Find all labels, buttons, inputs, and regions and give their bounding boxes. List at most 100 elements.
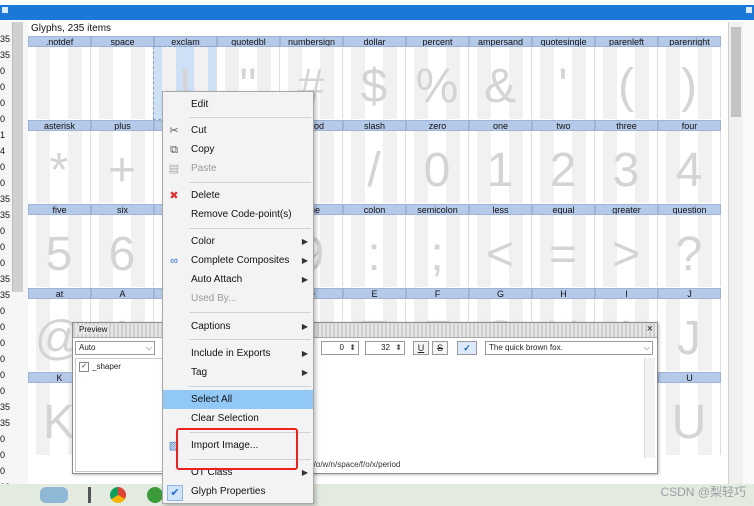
glyph-cell[interactable] <box>28 47 91 119</box>
glyph-name-label[interactable]: percent <box>406 36 469 47</box>
edge-icon[interactable] <box>147 487 163 503</box>
glyph-name-label[interactable]: at <box>28 288 91 299</box>
menu-item-auto-attach[interactable]: Auto Attach ▶ <box>163 270 313 289</box>
menu-item-edit[interactable]: Edit <box>163 95 313 114</box>
glyph-name-label[interactable]: dollar <box>343 36 406 47</box>
glyph-name-label[interactable]: I <box>595 288 658 299</box>
glyph-cell[interactable]: 3 <box>595 131 658 203</box>
glyph-cell[interactable]: & <box>469 47 532 119</box>
menu-item-include-in-exports[interactable]: Include in Exports ▶ <box>163 344 313 363</box>
glyph-name-label[interactable]: quotesingle <box>532 36 595 47</box>
gutter-scrollbar[interactable] <box>12 22 23 292</box>
glyph-cell[interactable]: * <box>28 131 91 203</box>
glyph-name-label[interactable]: one <box>469 120 532 131</box>
menu-item-delete[interactable]: ✖ Delete <box>163 186 313 205</box>
glyph-name-label[interactable]: four <box>658 120 721 131</box>
close-icon[interactable]: × <box>647 323 653 335</box>
gutter-number: 35 <box>0 402 11 412</box>
glyph-name-label[interactable]: space <box>91 36 154 47</box>
glyph-name-label[interactable]: greater <box>595 204 658 215</box>
glyph-name-label[interactable]: F <box>406 288 469 299</box>
preview-text-select[interactable]: The quick brown fox. ⌵ <box>485 341 653 355</box>
glyph-cell[interactable]: / <box>343 131 406 203</box>
glyph-cell[interactable]: ; <box>406 215 469 287</box>
glyph-cell[interactable]: 0 <box>406 131 469 203</box>
menu-item-color[interactable]: Color ▶ <box>163 232 313 251</box>
glyph-name-label[interactable]: semicolon <box>406 204 469 215</box>
glyph-cell[interactable]: 2 <box>532 131 595 203</box>
glyph-name-label[interactable]: less <box>469 204 532 215</box>
menu-item-captions[interactable]: Captions ▶ <box>163 317 313 336</box>
glyph-name-label[interactable]: G <box>469 288 532 299</box>
glyph-cell[interactable]: % <box>406 47 469 119</box>
fish-app-icon[interactable] <box>40 487 68 503</box>
glyph-name-label[interactable]: parenright <box>658 36 721 47</box>
glyph-name-label[interactable]: three <box>595 120 658 131</box>
glyph-cell[interactable]: ' <box>532 47 595 119</box>
menu-item-copy[interactable]: ⧉ Copy <box>163 140 313 159</box>
glyph-name-label[interactable]: five <box>28 204 91 215</box>
glyph-cell[interactable]: ( <box>595 47 658 119</box>
menu-item-used-by[interactable]: Used By... <box>163 289 313 308</box>
glyph-name-label[interactable]: plus <box>91 120 154 131</box>
font-size-spin[interactable]: 32 ⬍ <box>365 341 405 355</box>
glyph-name-label[interactable]: question <box>658 204 721 215</box>
glyph-cell[interactable] <box>91 47 154 119</box>
checkbox[interactable]: ✓ <box>79 362 89 372</box>
glyph-name-label[interactable]: E <box>343 288 406 299</box>
glyph-name-label[interactable]: U <box>658 372 721 383</box>
glyph-name-label[interactable]: H <box>532 288 595 299</box>
glyph-cell[interactable]: 1 <box>469 131 532 203</box>
spin-box-1[interactable]: 0 ⬍ <box>321 341 359 355</box>
glyph-cell[interactable]: 5 <box>28 215 91 287</box>
underline-button[interactable]: U <box>413 341 429 355</box>
preview-scrollbar[interactable] <box>644 358 655 458</box>
chrome-icon[interactable] <box>110 487 126 503</box>
menu-item-paste[interactable]: ▤ Paste <box>163 159 313 178</box>
glyph-cell[interactable]: U <box>658 383 721 455</box>
menu-item-cut[interactable]: ✂ Cut <box>163 121 313 140</box>
spin-arrows-icon[interactable]: ⬍ <box>395 342 402 354</box>
glyph-name-label[interactable]: zero <box>406 120 469 131</box>
glyph-cell[interactable]: J <box>658 299 721 371</box>
glyph-name-label[interactable]: quotedbl <box>217 36 280 47</box>
glyphs-vertical-scrollbar[interactable] <box>728 22 744 490</box>
menu-item-remove-code-point-s[interactable]: Remove Code-point(s) <box>163 205 313 224</box>
glyph-name-label[interactable]: .notdef <box>28 36 91 47</box>
glyph-name-label[interactable]: colon <box>343 204 406 215</box>
glyph-cell[interactable]: < <box>469 215 532 287</box>
glyph-name-label[interactable]: exclam <box>154 36 217 47</box>
glyph-name-label[interactable]: ampersand <box>469 36 532 47</box>
check-toggle-button[interactable]: ✓ <box>457 341 477 355</box>
menu-item-clear-selection[interactable]: Clear Selection <box>163 409 313 428</box>
menu-item-tag[interactable]: Tag ▶ <box>163 363 313 382</box>
glyph-cell[interactable]: ) <box>658 47 721 119</box>
glyph-cell[interactable]: > <box>595 215 658 287</box>
strikethrough-button[interactable]: S <box>432 341 448 355</box>
glyph-cell[interactable]: = <box>532 215 595 287</box>
list-item[interactable]: ✓ _shaper <box>79 362 121 372</box>
menu-item-select-all[interactable]: Select All <box>163 390 313 409</box>
glyph-name-label[interactable]: A <box>91 288 154 299</box>
glyph-name-label[interactable]: numbersign <box>280 36 343 47</box>
glyph-cell[interactable]: 6 <box>91 215 154 287</box>
glyph-cell[interactable]: $ <box>343 47 406 119</box>
menu-item-complete-composites[interactable]: ∞ Complete Composites ▶ <box>163 251 313 270</box>
glyph-name-label[interactable]: two <box>532 120 595 131</box>
glyph-cell[interactable]: : <box>343 215 406 287</box>
spin-arrows-icon[interactable]: ⬍ <box>349 342 356 354</box>
glyph-name-label[interactable]: asterisk <box>28 120 91 131</box>
glyph-name-label[interactable]: slash <box>343 120 406 131</box>
glyph-cell[interactable]: 4 <box>658 131 721 203</box>
scrollbar-thumb[interactable] <box>731 27 741 117</box>
glyph-name-label[interactable]: equal <box>532 204 595 215</box>
glyph-cell[interactable]: + <box>91 131 154 203</box>
glyph-name-label[interactable]: parenleft <box>595 36 658 47</box>
gutter-number: 0 <box>0 450 6 460</box>
shaper-mode-select[interactable]: Auto ⌵ <box>75 341 155 355</box>
preview-title-bar[interactable]: Preview × <box>73 323 657 338</box>
glyph-cell[interactable]: ? <box>658 215 721 287</box>
glyph-name-label[interactable]: J <box>658 288 721 299</box>
menu-item-glyph-properties[interactable]: ✔ Glyph Properties <box>163 482 313 501</box>
glyph-name-label[interactable]: six <box>91 204 154 215</box>
